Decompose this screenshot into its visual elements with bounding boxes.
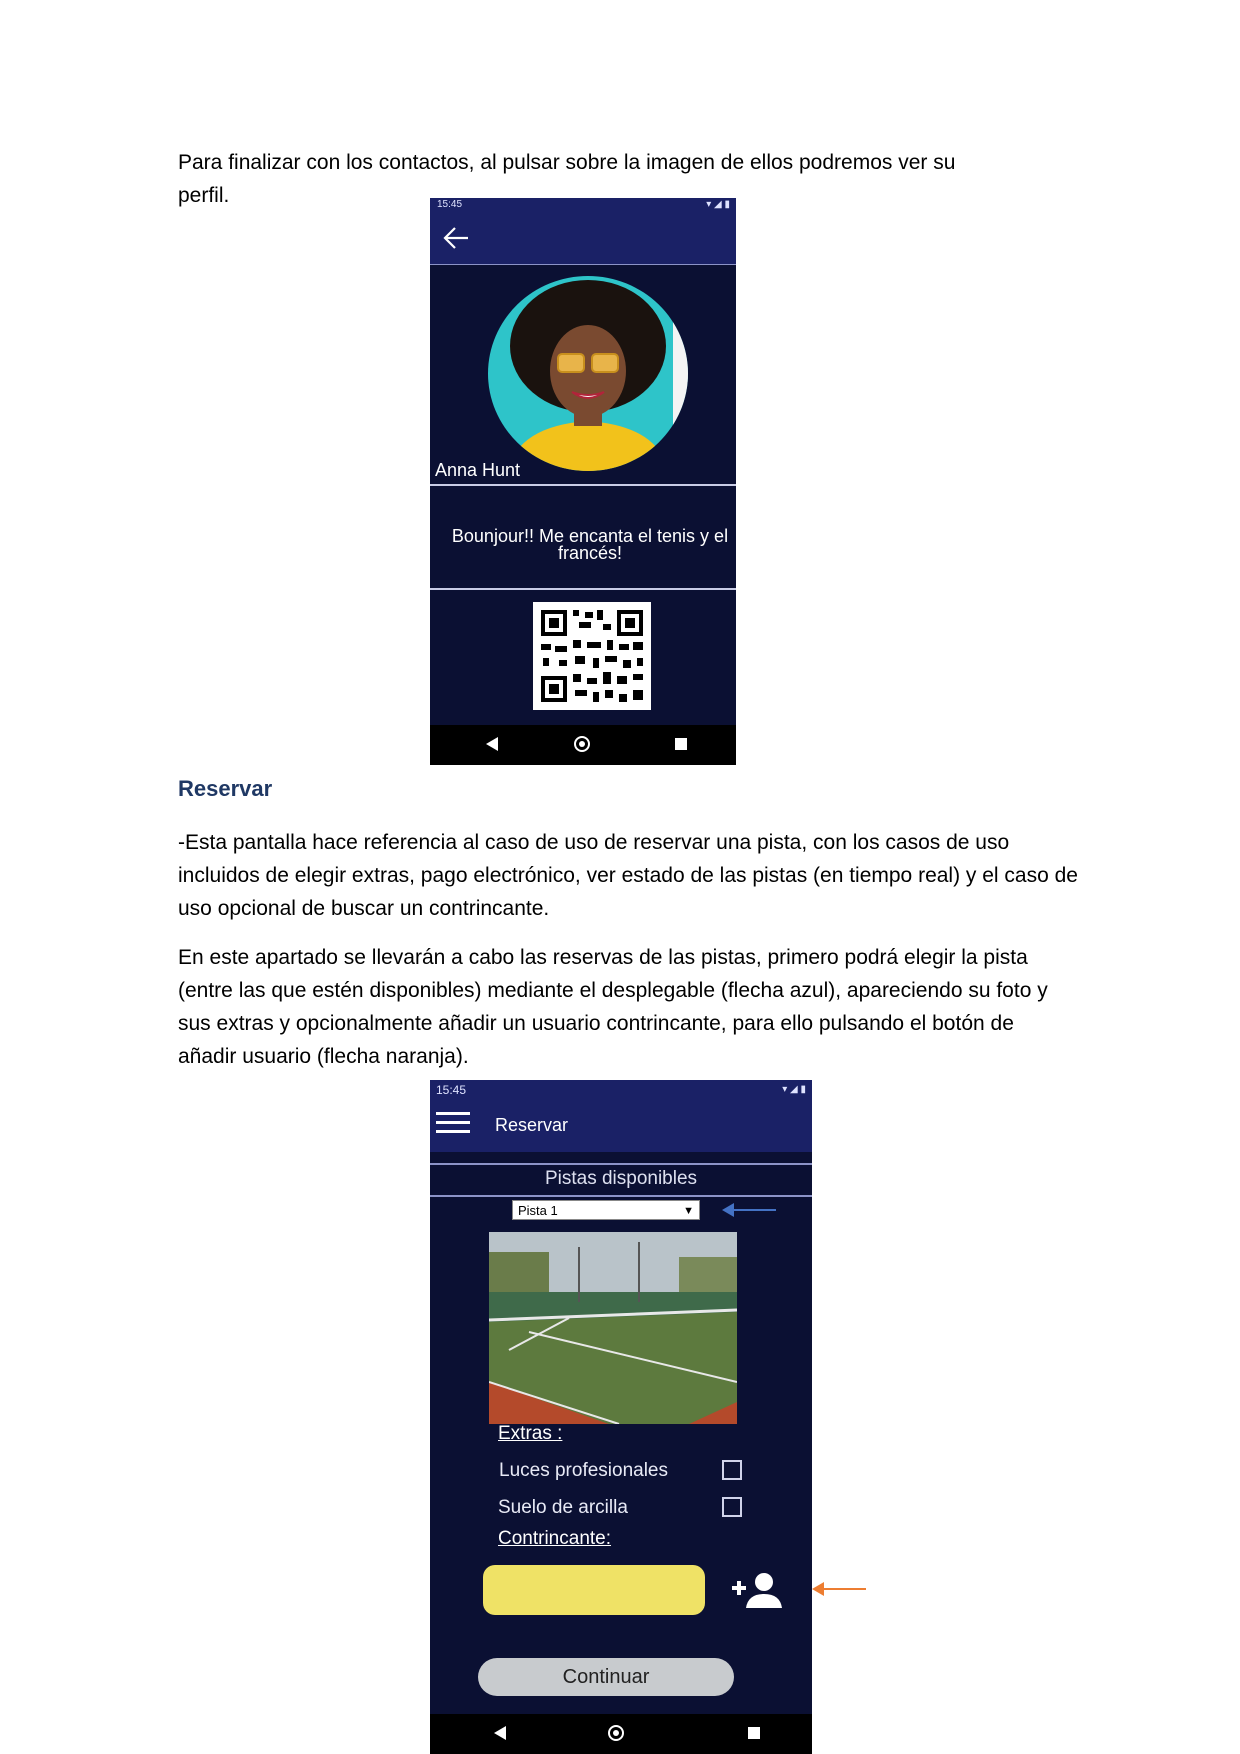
add-user-icon[interactable] bbox=[732, 1572, 782, 1608]
hamburger-menu-icon[interactable] bbox=[436, 1112, 470, 1136]
pista-select[interactable]: Pista 1 ▼ bbox=[512, 1200, 700, 1220]
divider bbox=[430, 484, 736, 486]
chevron-down-icon: ▼ bbox=[683, 1205, 694, 1217]
status-icons: ▾ ◢ ▮ bbox=[782, 1084, 806, 1095]
intro-line-1: Para finalizar con los contactos, al pul… bbox=[178, 151, 956, 174]
qr-code-icon bbox=[533, 602, 651, 710]
pista-select-value: Pista 1 bbox=[518, 1203, 558, 1218]
extras-label: Extras : bbox=[498, 1423, 563, 1444]
reserve-instructions-paragraph: En este apartado se llevarán a cabo las … bbox=[178, 946, 1048, 1068]
profile-bio: Bounjour!! Me encanta el tenis y el fran… bbox=[451, 526, 729, 563]
screen-title: Reservar bbox=[495, 1115, 569, 1135]
reserve-screen: 15:45 ▾ ◢ ▮ Reservar Pistas disponibles … bbox=[430, 1080, 812, 1754]
divider bbox=[430, 1163, 812, 1165]
section-heading: Reservar bbox=[178, 776, 273, 801]
continue-button[interactable]: Continuar bbox=[478, 1658, 734, 1696]
reserve-description-paragraph: -Esta pantalla hace referencia al caso d… bbox=[178, 831, 1078, 920]
extra-luces-checkbox[interactable] bbox=[722, 1460, 742, 1480]
app-bar bbox=[430, 212, 736, 265]
divider bbox=[430, 1195, 812, 1197]
orange-annotation-arrow bbox=[812, 1582, 866, 1596]
nav-home-icon[interactable] bbox=[574, 736, 590, 752]
status-icons: ▾ ◢ ▮ bbox=[706, 199, 730, 210]
profile-screen: 15:45 ▾ ◢ ▮ Anna Hunt Bounjour!! Me enca… bbox=[430, 198, 736, 765]
avatar[interactable] bbox=[488, 276, 688, 471]
profile-name: Anna Hunt bbox=[435, 460, 521, 480]
nav-back-icon[interactable] bbox=[494, 1726, 506, 1740]
opponent-field[interactable] bbox=[483, 1565, 705, 1615]
status-bar: 15:45 ▾ ◢ ▮ bbox=[430, 198, 736, 212]
nav-back-icon[interactable] bbox=[486, 737, 498, 751]
pistas-label: Pistas disponibles bbox=[544, 1168, 698, 1189]
system-nav-bar bbox=[430, 725, 736, 765]
system-nav-bar bbox=[430, 1714, 812, 1754]
nav-recent-icon[interactable] bbox=[748, 1727, 760, 1739]
app-bar: Reservar bbox=[430, 1100, 812, 1152]
blue-annotation-arrow bbox=[722, 1203, 776, 1217]
court-photo bbox=[489, 1232, 737, 1424]
back-arrow-icon[interactable] bbox=[442, 226, 470, 250]
opponent-label: Contrincante: bbox=[498, 1528, 612, 1549]
divider bbox=[430, 588, 736, 590]
nav-home-icon[interactable] bbox=[608, 1725, 624, 1741]
extra-suelo-label: Suelo de arcilla bbox=[498, 1497, 628, 1518]
intro-line-2: perfil. bbox=[178, 184, 230, 207]
status-time: 15:45 bbox=[436, 1083, 467, 1097]
nav-recent-icon[interactable] bbox=[675, 738, 687, 750]
status-time: 15:45 bbox=[437, 199, 463, 210]
extra-luces-label: Luces profesionales bbox=[499, 1460, 668, 1481]
extra-suelo-checkbox[interactable] bbox=[722, 1497, 742, 1517]
status-bar: 15:45 ▾ ◢ ▮ bbox=[430, 1080, 812, 1100]
